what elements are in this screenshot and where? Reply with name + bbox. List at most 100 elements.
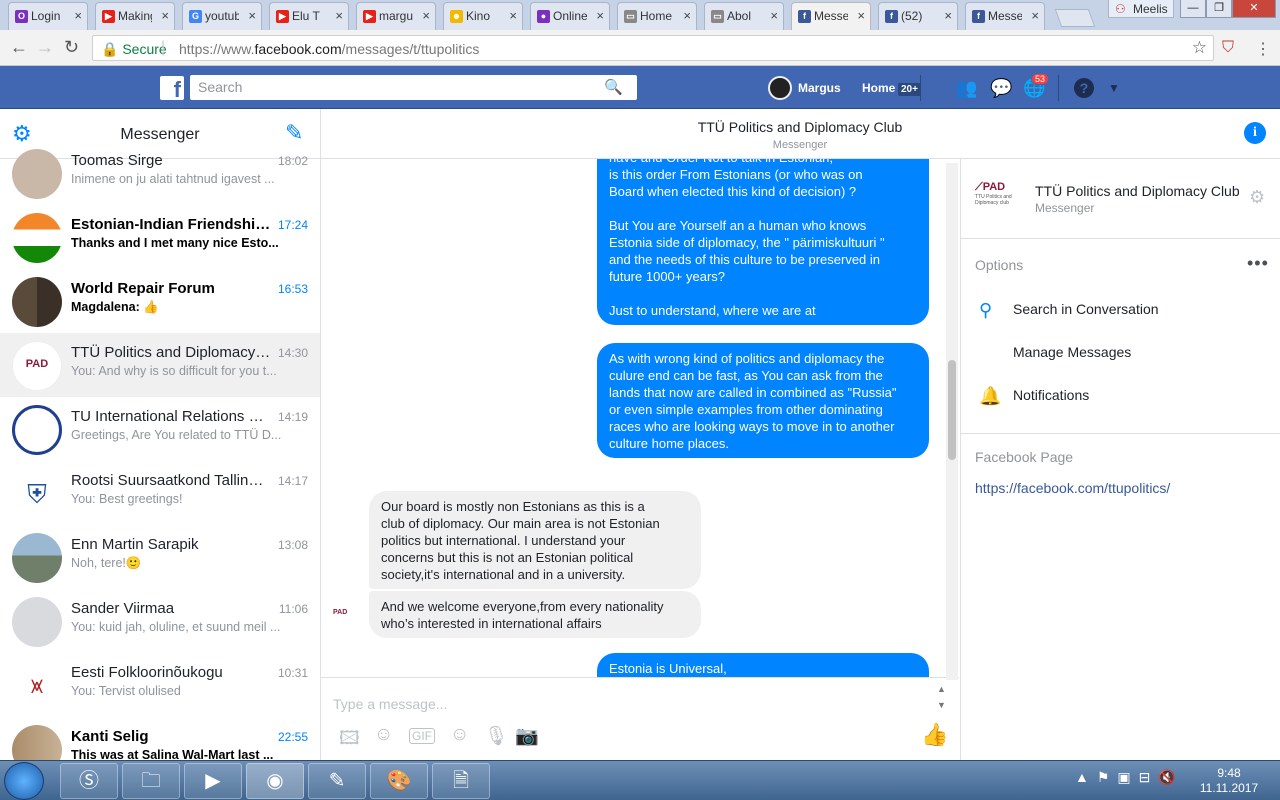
conversation-time: 14:19: [277, 410, 308, 424]
tab-close-icon[interactable]: ×: [248, 8, 256, 23]
message-bubble-incoming[interactable]: Our board is mostly non Estonians as thi…: [369, 491, 701, 589]
browser-tab[interactable]: ▶margus ×: [356, 2, 436, 30]
system-tray-icons[interactable]: ▲⚑▣⊟🔇: [1075, 769, 1184, 786]
back-icon[interactable]: ←: [10, 37, 28, 58]
thread-subtitle: Messenger: [772, 139, 828, 151]
tab-close-icon[interactable]: ×: [161, 8, 169, 23]
message-bubble-outgoing[interactable]: Estonia is Universal,: [597, 653, 929, 677]
browser-tab[interactable]: ▶Making ×: [95, 2, 175, 30]
restore-button[interactable]: ❐: [1206, 0, 1232, 18]
account-menu-icon[interactable]: ▼: [1108, 81, 1120, 95]
search-icon[interactable]: 🔍: [604, 78, 623, 96]
clock[interactable]: 9:48 11.11.2017: [1198, 766, 1260, 796]
chrome-menu-icon[interactable]: ⋮: [1255, 39, 1271, 59]
bell-icon[interactable]: 🔔: [979, 386, 1001, 407]
message-composer: Type a message... ▲ ▼ 🖾 ☺ GIF ☺ 🎙 📷 👍: [321, 677, 959, 760]
media-player-icon[interactable]: ▶: [184, 763, 242, 799]
tab-close-icon[interactable]: ×: [1031, 8, 1039, 23]
tab-close-icon[interactable]: ×: [944, 8, 952, 23]
gif-icon[interactable]: GIF: [409, 728, 435, 744]
facebook-logo[interactable]: f: [160, 76, 184, 102]
browser-tab[interactable]: fMessenger ×: [791, 2, 871, 30]
secure-indicator[interactable]: 🔒 Secure: [101, 41, 167, 58]
browser-tab[interactable]: fMessenger ×: [965, 2, 1045, 30]
url-text[interactable]: https://www.facebook.com/messages/t/ttup…: [179, 41, 479, 57]
home-link[interactable]: Home: [862, 81, 895, 95]
camera-icon[interactable]: 📷: [515, 724, 539, 748]
facebook-search-input[interactable]: Search 🔍: [190, 75, 637, 100]
browser-tab[interactable]: Gyoutube ×: [182, 2, 262, 30]
tab-close-icon[interactable]: ×: [770, 8, 778, 23]
start-button[interactable]: [4, 762, 44, 800]
tab-close-icon[interactable]: ×: [74, 8, 82, 23]
conversation-item[interactable]: ⛨ Rootsi Suursaatkond Tallinna... 14:17 …: [0, 461, 320, 525]
notifications-item[interactable]: Notifications: [1013, 387, 1089, 403]
tab-title: Abol: [727, 9, 752, 23]
browser-tab[interactable]: ▭ Abol ×: [704, 2, 784, 30]
conversation-item[interactable]: Toomas Sirge 18:02 Inimene on ju alati t…: [0, 141, 320, 205]
tab-close-icon[interactable]: ×: [509, 8, 517, 23]
composer-scroll-down-icon[interactable]: ▼: [937, 700, 946, 710]
reload-icon[interactable]: ↻: [64, 37, 79, 58]
browser-tab[interactable]: ▶ Elu T ×: [269, 2, 349, 30]
microphone-icon[interactable]: 🎙: [484, 724, 508, 748]
message-bubble-incoming[interactable]: And we welcome everyone,from every natio…: [369, 591, 701, 638]
tab-close-icon[interactable]: ×: [683, 8, 691, 23]
sticker-icon[interactable]: ☺: [374, 724, 393, 746]
paint-icon[interactable]: 🎨: [370, 763, 428, 799]
message-bubble-outgoing[interactable]: As with wrong kind of politics and diplo…: [597, 343, 929, 458]
conversation-item-selected[interactable]: PAD TTÜ Politics and Diplomacy C... 14:3…: [0, 333, 320, 397]
minimize-button[interactable]: —: [1180, 0, 1206, 18]
bookmark-star-icon[interactable]: ☆: [1192, 38, 1207, 58]
search-icon[interactable]: ⚲: [979, 300, 992, 321]
thumbs-up-like-icon[interactable]: 👍: [921, 722, 948, 748]
skype-icon[interactable]: Ⓢ: [60, 763, 118, 799]
forward-icon[interactable]: →: [36, 37, 54, 58]
close-window-button[interactable]: ✕: [1232, 0, 1276, 18]
browser-tab[interactable]: ▭ Home ×: [617, 2, 697, 30]
browser-tab[interactable]: ● Online ×: [530, 2, 610, 30]
tab-close-icon[interactable]: ×: [335, 8, 343, 23]
extension-shield-icon[interactable]: ⛉: [1222, 39, 1234, 57]
tab-favicon-icon: f: [798, 10, 811, 23]
more-options-icon[interactable]: •••: [1247, 253, 1269, 274]
browser-tab[interactable]: ☻ Kino ×: [443, 2, 523, 30]
file-explorer-icon[interactable]: 🗀: [122, 763, 180, 799]
thread-scrollbar-thumb[interactable]: [948, 360, 956, 460]
conversation-item[interactable]: TU International Relations So... 14:19 G…: [0, 397, 320, 461]
details-settings-gear-icon[interactable]: ⚙: [1249, 187, 1265, 208]
friend-requests-icon[interactable]: 👥: [955, 78, 977, 99]
conversation-item[interactable]: ⩙ Eesti Folkloorinõukogu 10:31 You: Terv…: [0, 653, 320, 717]
composer-scroll-up-icon[interactable]: ▲: [937, 684, 946, 694]
conversation-name: TU International Relations So...: [71, 408, 271, 425]
facebook-page-link[interactable]: https://facebook.com/ttupolitics/: [975, 480, 1170, 496]
conversation-item[interactable]: Estonian-Indian Friendship... 17:24 Than…: [0, 205, 320, 269]
conversation-info-icon[interactable]: i: [1244, 122, 1266, 144]
tab-close-icon[interactable]: ×: [422, 8, 430, 23]
conversation-name: Enn Martin Sarapik: [71, 536, 199, 553]
browser-tab[interactable]: f (52) ×: [878, 2, 958, 30]
new-tab-button[interactable]: [1054, 9, 1096, 27]
conversation-item[interactable]: Sander Viirmaa 11:06 You: kuid jah, olul…: [0, 589, 320, 653]
browser-tab[interactable]: O Login ×: [8, 2, 88, 30]
chrome-icon[interactable]: ◉: [246, 763, 304, 799]
notepad-icon[interactable]: ✎: [308, 763, 366, 799]
help-icon[interactable]: ?: [1074, 78, 1094, 98]
document-icon[interactable]: 🗎: [432, 763, 490, 799]
conversation-item[interactable]: Enn Martin Sarapik 13:08 Noh, tere!🙂: [0, 525, 320, 589]
message-bubble-outgoing[interactable]: have and Order Not to talk in Estonian, …: [597, 159, 929, 325]
message-input[interactable]: Type a message...: [333, 696, 447, 712]
tab-favicon-icon: ▭: [624, 10, 637, 23]
thread-header: TTÜ Politics and Diplomacy Club Messenge…: [321, 109, 1280, 159]
conversation-item[interactable]: World Repair Forum 16:53 Magdalena: 👍: [0, 269, 320, 333]
messenger-icon[interactable]: 💬: [990, 78, 1012, 99]
profile-button[interactable]: ⚇ Meelis: [1108, 0, 1174, 18]
url-bar[interactable]: 🔒 Secure | https://www.facebook.com/mess…: [92, 35, 1214, 61]
search-in-conversation-item[interactable]: Search in Conversation: [1013, 301, 1159, 317]
tab-close-icon[interactable]: ×: [857, 8, 865, 23]
emoji-icon[interactable]: ☺: [450, 724, 469, 746]
conversation-item[interactable]: Kanti Selig 22:55 This was at Salina Wal…: [0, 717, 320, 760]
manage-messages-item[interactable]: Manage Messages: [1013, 344, 1131, 360]
image-attach-icon[interactable]: 🖾: [339, 724, 360, 756]
tab-close-icon[interactable]: ×: [596, 8, 604, 23]
